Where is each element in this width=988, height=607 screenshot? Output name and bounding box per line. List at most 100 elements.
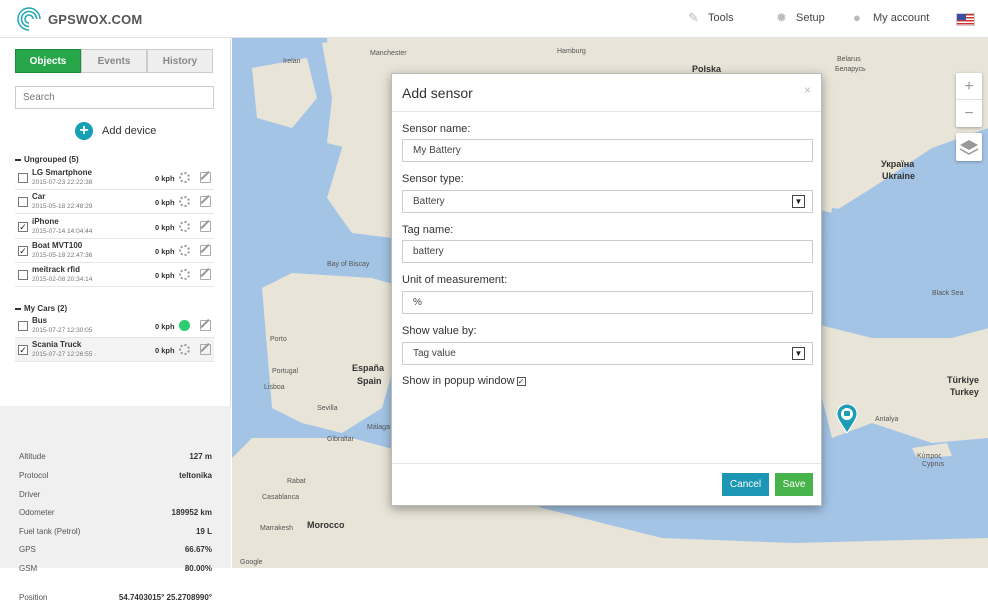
tag-name-input[interactable]: battery — [402, 240, 813, 263]
zoom-out-button[interactable]: − — [956, 100, 982, 127]
info-row: Fuel tank (Petrol) 19 L — [19, 527, 212, 541]
sensor-name-input[interactable]: My Battery — [402, 139, 813, 162]
close-icon[interactable]: × — [804, 83, 811, 97]
device-checkbox[interactable] — [18, 173, 28, 183]
device-info-panel: Altitude 127 m Protocol teltonika Driver Odom… — [0, 406, 231, 602]
sensor-name-label: Sensor name: — [402, 123, 471, 135]
device-checkbox[interactable] — [18, 270, 28, 281]
device-row[interactable]: LG Smartphone 2015-07-23 22:22:38 0 kph — [15, 166, 214, 190]
edit-icon[interactable] — [200, 244, 211, 256]
tab-objects[interactable]: Objects — [15, 49, 81, 73]
map-label: Cyprus — [922, 461, 945, 468]
map-marker-icon[interactable] — [836, 403, 858, 437]
map-label: Morocco — [307, 520, 345, 530]
info-value: 54.7403015° 25.2708990° — [118, 593, 212, 602]
cancel-button[interactable]: Cancel — [722, 473, 769, 496]
save-button[interactable]: Save — [775, 473, 813, 496]
device-time: 2015-05-18 22:48:29 — [32, 203, 93, 211]
map-label: Κύπρος — [917, 453, 942, 460]
map-label: Беларусь — [835, 66, 866, 73]
edit-icon[interactable] — [200, 344, 211, 356]
info-label: Odometer — [19, 508, 55, 517]
wrench-icon: ✎ — [688, 10, 699, 25]
logo[interactable]: GPSWOX.COM — [16, 6, 142, 32]
info-label: Driver — [19, 490, 41, 499]
unit-input[interactable]: % — [402, 291, 813, 314]
map-label: Ukraine — [882, 171, 916, 181]
device-row[interactable]: Car 2015-05-18 22:48:29 0 kph — [15, 190, 214, 215]
layers-button[interactable] — [956, 133, 982, 161]
show-value-by-select[interactable]: Tag value ▼ — [402, 342, 813, 365]
map-label: Irelan — [283, 58, 301, 65]
tab-events[interactable]: Events — [81, 49, 147, 73]
us-flag-icon[interactable] — [956, 13, 975, 26]
device-settings-icon[interactable] — [179, 172, 190, 183]
device-row[interactable]: meitrack rfid 2015-02-08 20:34:14 0 kph — [15, 263, 214, 288]
show-in-popup-checkbox[interactable]: ✓ — [516, 376, 526, 386]
device-settings-icon[interactable] — [179, 269, 190, 281]
info-value: teltonika — [179, 471, 212, 480]
logo-icon — [17, 7, 41, 31]
map-label: España — [352, 363, 385, 373]
sidebar-tabs: Objects Events History — [15, 49, 213, 73]
map-label: Gibraltar — [327, 436, 354, 443]
device-settings-icon[interactable] — [179, 220, 190, 232]
device-name: Bus — [32, 316, 48, 325]
device-time: 2015-05-18 22:47:36 — [32, 251, 93, 259]
tab-history[interactable]: History — [147, 49, 213, 73]
zoom-control: + − — [956, 73, 982, 127]
device-row[interactable]: Bus 2015-07-27 12:30:05 0 kph — [15, 314, 214, 338]
gear-icon: ✹ — [776, 10, 787, 25]
group-header-my-cars[interactable]: My Cars (2) — [15, 304, 67, 313]
map-label: Lisboa — [264, 384, 285, 391]
group-header-ungrouped[interactable]: Ungrouped (5) — [15, 155, 79, 164]
sensor-type-select[interactable]: Battery ▼ — [402, 190, 813, 213]
nav-setup[interactable]: ✹ Setup — [776, 10, 825, 25]
device-time: 2015-07-23 22:22:38 — [32, 179, 93, 186]
device-row[interactable]: ✓ iPhone 2015-07-14 14:04:44 0 kph — [15, 215, 214, 239]
device-checkbox[interactable]: ✓ — [18, 221, 28, 232]
add-device-button[interactable]: + Add device — [75, 122, 156, 140]
device-checkbox[interactable] — [18, 321, 28, 331]
map-label: Google — [240, 559, 263, 566]
map-label: Black Sea — [932, 290, 964, 297]
map-label: Türkiye — [947, 375, 980, 385]
edit-icon[interactable] — [200, 269, 211, 281]
device-settings-icon[interactable] — [179, 344, 190, 356]
device-checkbox[interactable] — [18, 197, 28, 208]
add-sensor-modal: Add sensor × Sensor name: My Battery Sen… — [391, 73, 822, 506]
edit-icon[interactable] — [200, 320, 211, 331]
nav-tools[interactable]: ✎ Tools — [688, 10, 734, 25]
device-checkbox[interactable]: ✓ — [18, 245, 28, 256]
search-input[interactable] — [15, 86, 214, 109]
modal-title: Add sensor — [402, 85, 473, 101]
info-label: Position — [19, 593, 48, 602]
device-row[interactable]: ✓ Scania Truck 2015-07-27 12:26:55 0 kph — [15, 338, 214, 363]
map-label: Manchester — [370, 50, 407, 57]
info-value: 19 L — [195, 527, 212, 536]
device-name: LG Smartphone — [32, 168, 93, 177]
device-time: 2015-07-14 14:04:44 — [32, 227, 93, 235]
device-row[interactable]: ✓ Boat MVT100 2015-05-18 22:47:36 0 kph — [15, 239, 214, 263]
info-value: 66.67% — [184, 545, 212, 554]
map-label: Rabat — [287, 478, 306, 485]
nav-tools-label: Tools — [708, 12, 734, 24]
map-label: Casablanca — [262, 494, 299, 501]
info-value: 80.00% — [184, 564, 212, 573]
device-name: iPhone — [32, 216, 59, 226]
device-settings-icon[interactable] — [179, 244, 190, 256]
info-label: Altitude — [19, 452, 46, 461]
show-value-by-label: Show value by: — [402, 325, 477, 337]
device-checkbox[interactable]: ✓ — [18, 345, 28, 356]
zoom-in-button[interactable]: + — [956, 73, 982, 100]
edit-icon[interactable] — [200, 172, 211, 183]
map-label: Hamburg — [557, 48, 586, 55]
device-settings-icon[interactable] — [179, 196, 190, 208]
device-speed: 0 kph — [155, 174, 175, 183]
device-name: Scania Truck — [32, 340, 82, 350]
edit-icon[interactable] — [200, 220, 211, 232]
nav-my-account[interactable]: ● My account — [853, 11, 929, 24]
edit-icon[interactable] — [200, 196, 211, 208]
chevron-down-icon: ▼ — [792, 195, 805, 208]
device-time: 2015-07-27 12:30:05 — [32, 327, 93, 334]
